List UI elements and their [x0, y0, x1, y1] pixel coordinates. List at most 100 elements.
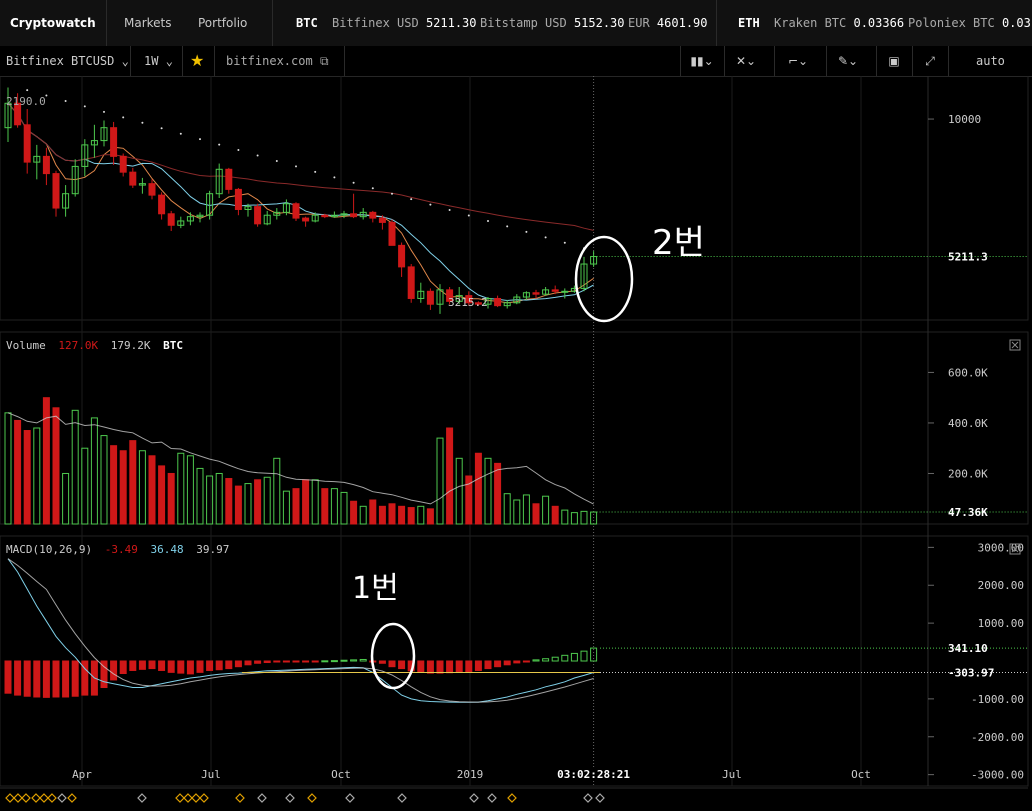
- macd-histogram-bar: [282, 660, 290, 663]
- price-sar-dot: [487, 219, 489, 222]
- period-select[interactable]: 1W ⌄: [144, 54, 173, 68]
- volume-bar: [14, 419, 22, 525]
- macd-histogram-bar: [302, 660, 310, 663]
- scale-auto-toggle[interactable]: auto: [976, 54, 1005, 68]
- price-sar-dot: [429, 203, 432, 206]
- price-sar-dot: [83, 105, 86, 108]
- event-marker-icon: [307, 793, 317, 803]
- chart-type-icon[interactable]: ▮▮⌄: [684, 46, 720, 76]
- event-marker-icon: [183, 793, 193, 803]
- price-candle: [494, 297, 502, 307]
- nav-markets[interactable]: Markets: [124, 16, 172, 30]
- price-ma-fast-line: [7, 102, 594, 304]
- volume-title: Volume: [6, 339, 46, 352]
- market-select[interactable]: Bitfinex BTCUSD ⌄: [6, 54, 129, 68]
- ticker-group-eth[interactable]: ETH: [738, 16, 760, 30]
- draw-line-icon[interactable]: ✕⌄: [728, 46, 764, 76]
- macd-histogram-bar: [378, 660, 386, 664]
- nav-portfolio[interactable]: Portfolio: [198, 16, 247, 30]
- ticker-group-btc[interactable]: BTC: [296, 16, 318, 30]
- volume-axis-tick: 200.0K: [948, 467, 988, 480]
- price-candle: [148, 183, 156, 196]
- price-sar-dot: [391, 192, 393, 195]
- macd-histogram-bar: [138, 660, 146, 670]
- macd-axis-tick: 3000.00: [978, 541, 1024, 554]
- volume-bar: [225, 478, 233, 525]
- macd-histogram-bar: [177, 660, 185, 674]
- macd-histogram-bar: [532, 659, 540, 662]
- volume-bar: [426, 508, 434, 525]
- volume-bar: [321, 488, 329, 525]
- macd-histogram-bar: [33, 660, 41, 698]
- indicator-icon[interactable]: ⌐⌄: [780, 46, 816, 76]
- volume-bar: [474, 452, 482, 525]
- macd-axis-tick: -1000.00: [971, 693, 1024, 706]
- volume-bar: [513, 499, 521, 525]
- event-marker-icon: [235, 793, 245, 803]
- volume-axis-tick: 600.0K: [948, 366, 988, 379]
- price-sar-dot: [275, 159, 278, 162]
- macd-histogram-bar: [522, 660, 530, 663]
- macd-histogram-bar: [158, 660, 166, 671]
- volume-bar: [292, 488, 300, 525]
- exchange-link[interactable]: bitfinex.com ⧉: [226, 54, 329, 69]
- macd-histogram-bar: [446, 660, 454, 674]
- macd-legend: MACD(10,26,9) -3.49 36.48 39.97: [6, 543, 229, 556]
- price-candle: [398, 244, 406, 268]
- close-volume-pane-icon[interactable]: [1009, 339, 1021, 351]
- macd-histogram-bar: [321, 660, 329, 663]
- event-marker-icon: [507, 793, 517, 803]
- volume-bar: [455, 457, 463, 525]
- macd-legend-hist: -3.49: [105, 543, 138, 556]
- divider: [344, 46, 345, 76]
- volume-bar: [71, 409, 79, 525]
- handwritten-label-1: 1번: [352, 571, 399, 606]
- pencil-icon[interactable]: ✎⌄: [830, 46, 866, 76]
- event-marker-icon: [595, 793, 605, 803]
- event-marker-icon: [21, 793, 31, 803]
- price-candle: [129, 171, 137, 186]
- volume-bar: [167, 472, 175, 525]
- ticker-bitstamp-usd[interactable]: Bitstamp USD 5152.30: [480, 16, 625, 30]
- macd-histogram-bar: [234, 660, 242, 668]
- chart-area[interactable]: 10000 5211.3 600.0K 400.0K 200.0K 47.36K 300…: [0, 76, 1032, 811]
- ticker-kraken-btc[interactable]: Kraken BTC 0.03366: [774, 16, 904, 30]
- divider: [182, 46, 183, 76]
- event-marker-icon: [487, 793, 497, 803]
- volume-bar: [532, 503, 540, 525]
- volume-bar: [263, 476, 271, 525]
- macd-histogram-bar: [71, 660, 79, 697]
- volume-bar: [350, 500, 358, 525]
- panel-icon[interactable]: ▣: [876, 46, 912, 76]
- price-sar-dot: [237, 149, 240, 152]
- macd-histogram-bar: [350, 659, 358, 662]
- macd-histogram-bar: [398, 660, 406, 670]
- price-sar-dot: [333, 176, 336, 179]
- price-ma-slow-line: [7, 102, 594, 231]
- volume-bar: [110, 445, 118, 525]
- macd-histogram-bar: [340, 659, 348, 662]
- volume-bar: [273, 457, 281, 525]
- ticker-eur[interactable]: EUR 4601.90: [628, 16, 708, 30]
- macd-histogram-bar: [196, 660, 204, 673]
- price-sar-dot: [218, 143, 221, 146]
- external-link-icon: ⧉: [319, 54, 329, 68]
- x-axis-label: Oct: [851, 768, 871, 781]
- x-axis-label: Apr: [72, 768, 92, 781]
- brand-logo[interactable]: Cryptowatch: [10, 16, 96, 30]
- volume-bar: [551, 505, 559, 525]
- price-candle: [52, 173, 60, 209]
- ticker-poloniex-btc[interactable]: Poloniex BTC 0.03...: [908, 16, 1032, 30]
- price-candle: [426, 290, 434, 305]
- ticker-bitfinex-usd[interactable]: Bitfinex USD 5211.30: [332, 16, 477, 30]
- macd-histogram-bar: [52, 660, 60, 698]
- volume-last-label: 47.36K: [948, 506, 988, 519]
- divider: [724, 46, 725, 76]
- macd-title: MACD(10,26,9): [6, 543, 92, 556]
- macd-histogram-bar: [292, 660, 300, 663]
- volume-bar: [503, 493, 511, 525]
- event-marker-icon: [5, 793, 15, 803]
- fullscreen-icon[interactable]: ⤢: [912, 46, 948, 76]
- favorite-star-icon[interactable]: ★: [190, 51, 204, 70]
- macd-histogram-bar: [206, 660, 214, 671]
